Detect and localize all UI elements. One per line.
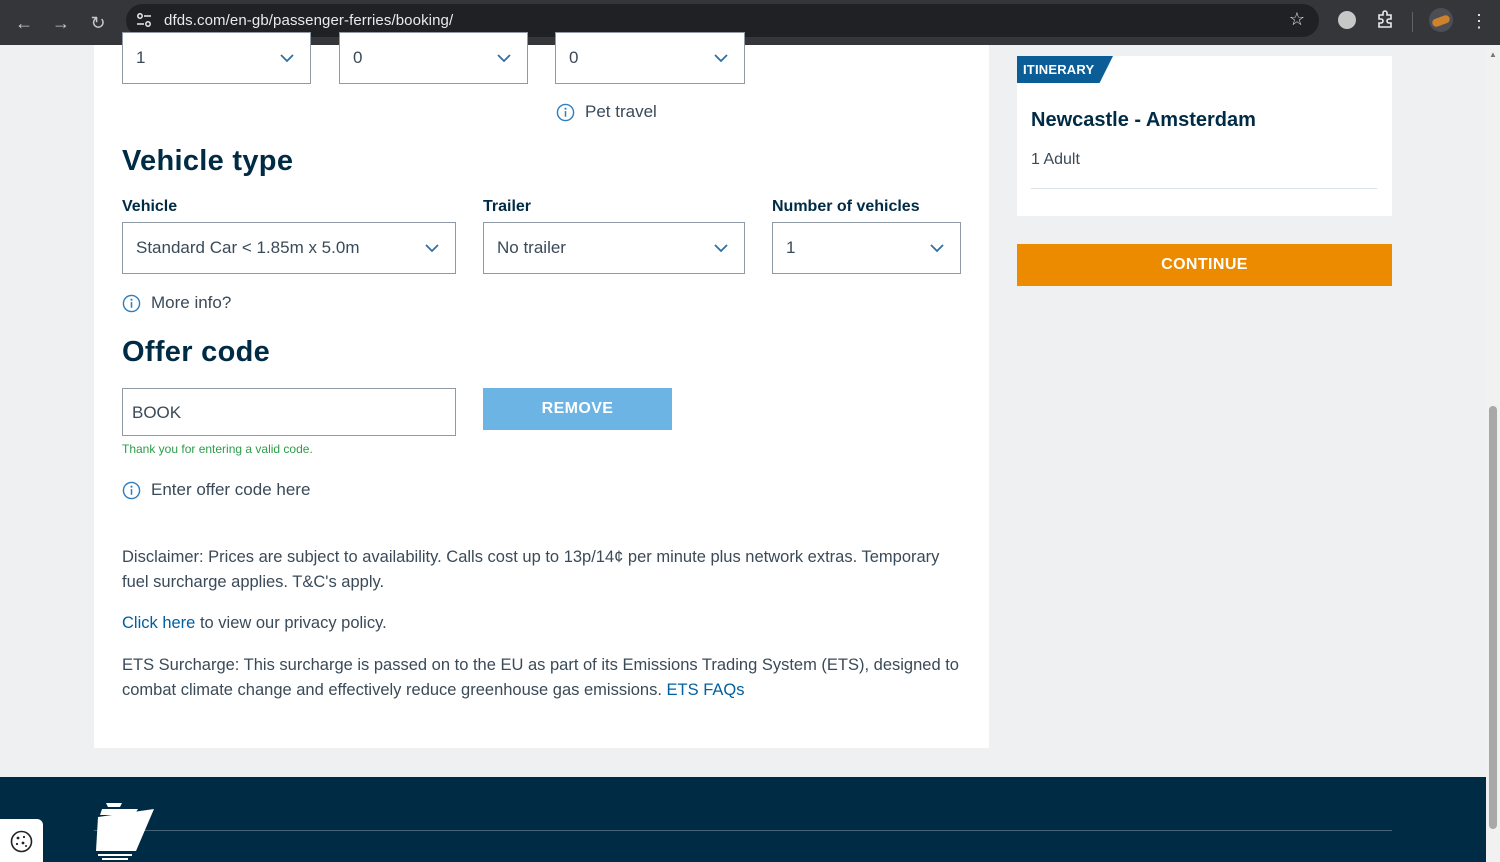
remove-offer-button[interactable]: REMOVE [483, 388, 672, 430]
footer-divider [94, 830, 1392, 831]
pets-select[interactable]: 0 [555, 32, 745, 84]
chevron-down-icon [425, 244, 439, 253]
more-info-label: More info? [151, 293, 232, 312]
privacy-text: Click here to view our privacy policy. [122, 611, 967, 636]
itinerary-card: ITINERARY Newcastle - Amsterdam 1 Adult [1017, 56, 1392, 216]
itinerary-passengers: 1 Adult [1031, 151, 1080, 168]
itinerary-tag-label: ITINERARY [1023, 62, 1095, 77]
offer-code-input[interactable]: BOOK [122, 388, 456, 436]
forward-icon[interactable]: → [47, 9, 75, 37]
select-value: 0 [353, 48, 363, 67]
info-icon [556, 103, 575, 121]
select-value: 1 [786, 238, 796, 257]
privacy-link[interactable]: Click here [122, 614, 195, 632]
trailer-select[interactable]: No trailer [483, 222, 745, 274]
cookie-icon [10, 830, 33, 853]
ets-description: ETS Surcharge: This surcharge is passed … [122, 656, 959, 699]
children-select[interactable]: 0 [339, 32, 528, 84]
ets-faqs-link[interactable]: ETS FAQs [667, 681, 745, 699]
booking-form-panel: 1 0 0 Pet travel Vehicle type Vehicle St… [94, 32, 989, 748]
itinerary-tag: ITINERARY [1017, 56, 1113, 83]
dfds-ship-logo-icon [96, 803, 154, 860]
scroll-up-arrow-icon[interactable]: ▲ [1489, 50, 1497, 59]
offer-code-value: BOOK [132, 403, 182, 422]
itinerary-route: Newcastle - Amsterdam [1031, 109, 1256, 131]
site-settings-icon[interactable] [136, 12, 152, 28]
chevron-down-icon [714, 54, 728, 63]
info-icon [122, 481, 141, 499]
pet-travel-info[interactable]: Pet travel [556, 102, 657, 122]
valid-code-message: Thank you for entering a valid code. [122, 442, 313, 456]
profile-avatar[interactable] [1429, 8, 1453, 32]
offer-code-hint[interactable]: Enter offer code here [122, 480, 310, 500]
select-value: 0 [569, 48, 579, 67]
offer-code-heading: Offer code [122, 336, 271, 368]
chevron-down-icon [930, 244, 944, 253]
chevron-down-icon [497, 54, 511, 63]
vehicle-type-heading: Vehicle type [122, 145, 294, 177]
vehicle-label: Vehicle [122, 198, 178, 215]
back-icon[interactable]: ← [10, 9, 38, 37]
disclaimer-text: Disclaimer: Prices are subject to availa… [122, 548, 940, 591]
url-text[interactable]: dfds.com/en-gb/passenger-ferries/booking… [164, 12, 453, 29]
adults-select[interactable]: 1 [122, 32, 311, 84]
continue-button[interactable]: CONTINUE [1017, 244, 1392, 286]
cookie-settings-button[interactable] [0, 819, 43, 862]
extensions-puzzle-icon[interactable] [1375, 9, 1395, 29]
kebab-menu-icon[interactable]: ⋮ [1470, 9, 1488, 33]
account-circle-icon[interactable] [1338, 11, 1356, 29]
select-value: 1 [136, 48, 146, 67]
reload-icon[interactable]: ↻ [84, 9, 112, 37]
trailer-label: Trailer [483, 198, 532, 215]
vehicle-count-label: Number of vehicles [772, 198, 920, 215]
pet-travel-label: Pet travel [585, 102, 657, 121]
chevron-down-icon [280, 54, 294, 63]
toolbar-divider [1412, 12, 1413, 32]
ets-text: ETS Surcharge: This surcharge is passed … [122, 653, 967, 703]
select-value: Standard Car < 1.85m x 5.0m [136, 238, 360, 257]
info-icon [122, 294, 141, 312]
site-footer [0, 777, 1486, 862]
vehicle-select[interactable]: Standard Car < 1.85m x 5.0m [122, 222, 456, 274]
privacy-rest: to view our privacy policy. [195, 614, 387, 632]
scrollbar-thumb[interactable] [1489, 406, 1497, 829]
itinerary-divider [1031, 188, 1377, 189]
vehicle-more-info[interactable]: More info? [122, 293, 231, 313]
bookmark-star-icon[interactable]: ☆ [1289, 9, 1305, 30]
vehicle-count-select[interactable]: 1 [772, 222, 961, 274]
select-value: No trailer [497, 238, 566, 257]
chevron-down-icon [714, 244, 728, 253]
offer-hint-label: Enter offer code here [151, 480, 311, 499]
